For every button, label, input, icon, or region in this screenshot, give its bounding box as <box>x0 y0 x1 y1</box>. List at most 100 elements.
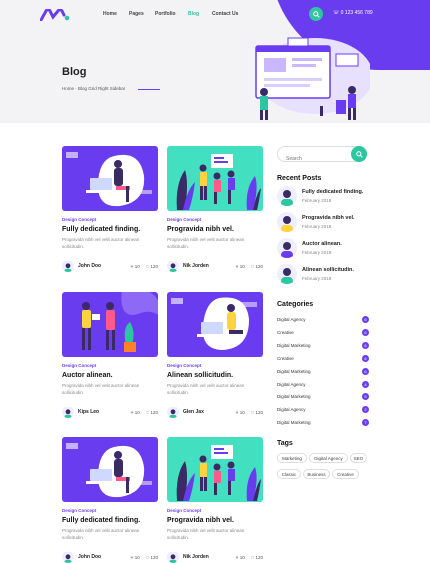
comments-count[interactable]: □ 120 <box>145 555 158 560</box>
logo-icon[interactable] <box>40 9 70 21</box>
nav-blog[interactable]: Blog <box>188 11 199 17</box>
recent-post-thumb[interactable] <box>277 238 297 258</box>
header-search-button[interactable] <box>309 7 323 21</box>
post-meta: John Doo ♥ 10 □ 120 <box>62 551 158 563</box>
author-avatar <box>62 551 74 563</box>
category-label[interactable]: Digital Agency <box>277 317 306 322</box>
tag-chip[interactable]: Classic <box>277 469 301 479</box>
comments-count[interactable]: □ 120 <box>250 410 263 415</box>
post-category[interactable]: Design Concept <box>62 508 158 513</box>
phone-number[interactable]: ☏ 0 123 456 789 <box>333 10 373 16</box>
tag-chip[interactable]: Marketing <box>277 453 307 463</box>
likes-count[interactable]: ♥ 10 <box>234 555 245 560</box>
category-label[interactable]: Digital Marketing <box>277 420 311 425</box>
category-item[interactable]: Digital Marketing 6 <box>277 341 369 349</box>
likes-count[interactable]: ♥ 10 <box>129 264 140 269</box>
post-thumbnail[interactable] <box>62 292 158 357</box>
post-thumbnail[interactable] <box>167 146 263 211</box>
comments-count[interactable]: □ 120 <box>145 410 158 415</box>
recent-post-item[interactable]: Auctor alinean. February 2018 <box>277 238 377 258</box>
blog-post-card[interactable]: Design Concept Fully dedicated finding. … <box>62 146 158 272</box>
recent-post-title[interactable]: Auctor alinean. <box>302 241 342 247</box>
recent-post-item[interactable]: Alinean sollicitudin. February 2018 <box>277 264 377 284</box>
likes-count[interactable]: ♥ 10 <box>234 264 245 269</box>
category-count-badge: 7 <box>362 419 369 427</box>
blog-post-card[interactable]: Design Concept Fully dedicated finding. … <box>62 437 158 563</box>
post-category[interactable]: Design Concept <box>167 508 263 513</box>
author-name[interactable]: Nik Jorden <box>183 263 229 269</box>
category-item[interactable]: Creative 6 <box>277 354 369 362</box>
category-label[interactable]: Digital Agency <box>277 382 306 387</box>
likes-value: 10 <box>134 263 140 269</box>
author-avatar <box>167 551 179 563</box>
post-thumbnail[interactable] <box>62 146 158 211</box>
tag-chip[interactable]: Digital Agency <box>309 453 348 463</box>
recent-post-title[interactable]: Alinean sollicitudin. <box>302 267 354 273</box>
post-meta: Nik Jorden ♥ 10 □ 120 <box>167 260 263 272</box>
likes-count[interactable]: ♥ 10 <box>234 410 245 415</box>
blog-post-card[interactable]: Design Concept Progravida nibh vel. Prog… <box>167 437 263 563</box>
comments-count[interactable]: □ 120 <box>250 555 263 560</box>
recent-post-title[interactable]: Fully dedicated finding. <box>302 189 363 195</box>
category-label[interactable]: Creative <box>277 356 294 361</box>
post-category[interactable]: Design Concept <box>62 217 158 222</box>
author-name[interactable]: John Doo <box>78 554 124 560</box>
post-thumbnail[interactable] <box>167 292 263 357</box>
likes-count[interactable]: ♥ 10 <box>129 410 140 415</box>
blog-post-card[interactable]: Design Concept Progravida nibh vel. Prog… <box>167 146 263 272</box>
category-item[interactable]: Creative 6 <box>277 328 369 336</box>
recent-post-item[interactable]: Fully dedicated finding. February 2018 <box>277 186 377 206</box>
nav-pages[interactable]: Pages <box>129 11 144 17</box>
post-category[interactable]: Design Concept <box>167 217 263 222</box>
category-label[interactable]: Digital Marketing <box>277 369 311 374</box>
post-category[interactable]: Design Concept <box>62 363 158 368</box>
tag-chip[interactable]: Business <box>303 469 330 479</box>
category-item[interactable]: Digital Marketing 7 <box>277 419 369 427</box>
recent-post-thumb[interactable] <box>277 212 297 232</box>
category-label[interactable]: Digital Marketing <box>277 394 311 399</box>
author-name[interactable]: Nik Jorden <box>183 554 229 560</box>
categories-title: Categories <box>277 301 314 308</box>
tag-chip[interactable]: SEO <box>350 453 367 463</box>
comments-count[interactable]: □ 120 <box>145 264 158 269</box>
category-item[interactable]: Digital Marketing 6 <box>277 367 369 375</box>
post-title[interactable]: Alinean sollicitudin. <box>167 372 263 379</box>
likes-value: 10 <box>239 263 245 269</box>
blog-post-card[interactable]: Design Concept Auctor alinean. Progravid… <box>62 292 158 418</box>
tag-chip[interactable]: Creative <box>332 469 359 479</box>
comments-count[interactable]: □ 120 <box>250 264 263 269</box>
post-title[interactable]: Fully dedicated finding. <box>62 517 158 524</box>
sidebar-search-input[interactable] <box>286 156 346 162</box>
post-thumbnail[interactable] <box>62 437 158 502</box>
nav-contact[interactable]: Contact Us <box>212 11 238 17</box>
category-label[interactable]: Digital Agency <box>277 407 306 412</box>
category-item[interactable]: Digital Marketing 5 <box>277 393 369 401</box>
heart-icon: ♥ <box>235 409 239 415</box>
blog-post-card[interactable]: Design Concept Alinean sollicitudin. Pro… <box>167 292 263 418</box>
comments-value: 120 <box>255 409 263 415</box>
category-item[interactable]: Digital Agency 2 <box>277 406 369 414</box>
author-name[interactable]: John Doo <box>78 263 124 269</box>
recent-post-thumb[interactable] <box>277 264 297 284</box>
nav-home[interactable]: Home <box>103 11 117 17</box>
post-title[interactable]: Auctor alinean. <box>62 372 158 379</box>
nav-portfolio[interactable]: Portfolio <box>155 11 176 17</box>
category-label[interactable]: Digital Marketing <box>277 343 311 348</box>
category-label[interactable]: Creative <box>277 330 294 335</box>
likes-count[interactable]: ♥ 10 <box>129 555 140 560</box>
category-count-badge: 6 <box>362 316 369 323</box>
author-name[interactable]: Kips Leo <box>78 409 124 415</box>
category-item[interactable]: Digital Agency 4 <box>277 380 369 388</box>
recent-post-title[interactable]: Progravida nibh vel. <box>302 215 355 221</box>
post-title[interactable]: Fully dedicated finding. <box>62 226 158 233</box>
recent-post-thumb[interactable] <box>277 186 297 206</box>
post-title[interactable]: Progravida nibh vel. <box>167 226 263 233</box>
recent-post-item[interactable]: Progravida nibh vel. February 2018 <box>277 212 377 232</box>
sidebar-search-button[interactable] <box>351 146 367 162</box>
post-thumbnail[interactable] <box>167 437 263 502</box>
post-title[interactable]: Progravida nibh vel. <box>167 517 263 524</box>
category-item[interactable]: Digital Agency 6 <box>277 316 369 323</box>
author-avatar <box>62 406 74 418</box>
post-category[interactable]: Design Concept <box>167 363 263 368</box>
author-name[interactable]: Glen Jax <box>183 409 229 415</box>
